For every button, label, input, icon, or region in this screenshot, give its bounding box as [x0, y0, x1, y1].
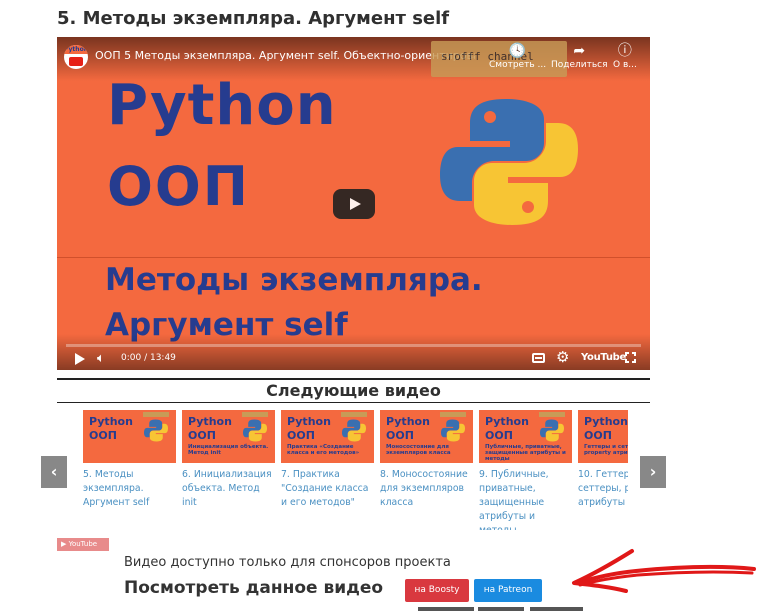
- next-videos-heading: Следующие видео: [266, 381, 441, 400]
- info-icon: ⓘ: [617, 43, 632, 59]
- chevron-left-icon: ‹: [50, 462, 58, 481]
- youtube-tag: ▶ YouTube: [57, 538, 109, 551]
- thumb-subtitle: Инициализация объекта. Метод init: [188, 444, 269, 456]
- next-video-caption-link[interactable]: 6. Инициализация объекта. Метод init: [182, 468, 275, 510]
- thumb-python: Python: [188, 415, 232, 428]
- python-logo-icon: [342, 419, 366, 442]
- volume-icon[interactable]: 🔈︎: [97, 352, 105, 366]
- page-title: 5. Методы экземпляра. Аргумент self: [57, 8, 450, 29]
- thumb-python: Python: [485, 415, 529, 428]
- patreon-button[interactable]: на Patreon: [474, 579, 542, 602]
- next-video-thumbnail[interactable]: Python ООП Геттеры и сеттеры, property а…: [578, 410, 628, 463]
- partial-button[interactable]: [418, 607, 474, 611]
- thumb-subtitle: Публичные, приватные, защищенные атрибут…: [485, 444, 566, 462]
- clock-icon: 🕓: [508, 43, 527, 59]
- python-logo-icon: [144, 419, 168, 442]
- thumb-python: Python: [386, 415, 430, 428]
- watch-video-label: Посмотреть данное видео: [124, 578, 384, 598]
- thumb-oop: ООП: [584, 429, 612, 442]
- video-title-link[interactable]: ООП 5 Методы экземпляра. Аргумент self. …: [95, 49, 475, 62]
- next-video-thumbnail[interactable]: Python ООП: [83, 410, 176, 463]
- next-video-caption-link[interactable]: 10. Геттеры и сеттеры, property атрибуты: [578, 468, 628, 510]
- youtube-mini-icon: [69, 57, 83, 66]
- next-video-thumbnail[interactable]: Python ООП Моносостояние для экземпляров…: [380, 410, 473, 463]
- next-video-caption-link[interactable]: 8. Моносостояние для экземпляров класса: [380, 468, 473, 510]
- thumb-python: Python: [584, 415, 628, 428]
- thumb-subtitle: Геттеры и сеттеры, property атрибуты: [584, 444, 628, 456]
- watch-later-button[interactable]: 🕓 Смотреть ...: [489, 43, 546, 70]
- next-video-item[interactable]: Python ООП Публичные, приватные, защищен…: [479, 410, 572, 530]
- next-video-thumbnail[interactable]: Python ООП Инициализация объекта. Метод …: [182, 410, 275, 463]
- thumb-python: Python: [287, 415, 331, 428]
- channel-avatar-text: Python: [64, 45, 88, 54]
- next-video-item[interactable]: Python ООП Практика «Создание класса и е…: [281, 410, 374, 510]
- share-icon: ➦: [573, 43, 586, 59]
- thumb-subtitle: Практика «Создание класса и его методов»: [287, 444, 360, 456]
- next-video-caption-link[interactable]: 7. Практика "Создание класса и его метод…: [281, 468, 374, 510]
- thumbnail-divider: [57, 257, 650, 258]
- next-video-thumbnail[interactable]: Python ООП Практика «Создание класса и е…: [281, 410, 374, 463]
- info-label: О в...: [613, 60, 637, 70]
- subtitles-icon[interactable]: [532, 353, 545, 363]
- channel-avatar[interactable]: Python: [64, 45, 88, 69]
- progress-bar[interactable]: [66, 344, 641, 347]
- youtube-tag-label: YouTube: [68, 540, 98, 548]
- python-logo-icon: [441, 419, 465, 442]
- python-logo-icon: [440, 99, 578, 225]
- red-arrow-annotation: [572, 549, 756, 593]
- carousel-prev-button[interactable]: ‹: [41, 456, 67, 488]
- watch-later-label: Смотреть ...: [489, 60, 547, 70]
- thumb-oop: ООП: [287, 429, 315, 442]
- share-button[interactable]: ➦ Поделиться: [551, 43, 608, 70]
- video-player[interactable]: Python ООП Методы экземпляра. Аргумент s…: [57, 37, 650, 370]
- sponsor-note: Видео доступно только для спонсоров прое…: [124, 555, 451, 570]
- info-button[interactable]: ⓘ О в...: [613, 43, 637, 70]
- next-video-thumbnail[interactable]: Python ООП Публичные, приватные, защищен…: [479, 410, 572, 463]
- share-label: Поделиться: [551, 60, 608, 70]
- python-logo-icon: [243, 419, 267, 442]
- thumb-oop: ООП: [89, 429, 117, 442]
- fullscreen-icon[interactable]: [625, 352, 636, 363]
- next-video-item[interactable]: Python ООП Моносостояние для экземпляров…: [380, 410, 473, 510]
- time-display: 0:00 / 13:49: [121, 353, 176, 363]
- next-videos-carousel: Python ООП 5. Методы экземпляра. Аргумен…: [83, 410, 628, 530]
- boosty-button[interactable]: на Boosty: [405, 579, 469, 602]
- partial-button[interactable]: [478, 607, 524, 611]
- partial-button[interactable]: [530, 607, 583, 611]
- thumb-oop: ООП: [386, 429, 414, 442]
- next-video-caption-link[interactable]: 5. Методы экземпляра. Аргумент self: [83, 468, 176, 510]
- next-video-item[interactable]: Python ООП 5. Методы экземпляра. Аргумен…: [83, 410, 176, 510]
- thumbnail-title-python: Python: [107, 73, 337, 138]
- thumbnail-subtitle-line1: Методы экземпляра.: [105, 262, 483, 298]
- play-button[interactable]: [333, 189, 375, 219]
- next-video-item[interactable]: Python ООП Инициализация объекта. Метод …: [182, 410, 275, 510]
- next-video-caption-link[interactable]: 9. Публичные, приватные, защищенные атри…: [479, 468, 572, 530]
- thumb-subtitle: Моносостояние для экземпляров класса: [386, 444, 451, 456]
- next-videos-bottom-rule: [57, 402, 650, 403]
- play-icon[interactable]: [75, 353, 85, 365]
- carousel-next-button[interactable]: ›: [640, 456, 666, 488]
- thumb-oop: ООП: [485, 429, 513, 442]
- thumbnail-title-oop: ООП: [107, 155, 251, 218]
- thumb-python: Python: [89, 415, 133, 428]
- python-logo-icon: [540, 419, 564, 442]
- youtube-logo[interactable]: YouTube: [581, 352, 626, 363]
- chevron-right-icon: ›: [649, 462, 657, 481]
- next-videos-top-rule: [57, 378, 650, 380]
- thumb-oop: ООП: [188, 429, 216, 442]
- next-video-item[interactable]: Python ООП Геттеры и сеттеры, property а…: [578, 410, 628, 510]
- gear-icon[interactable]: ⚙: [556, 349, 569, 365]
